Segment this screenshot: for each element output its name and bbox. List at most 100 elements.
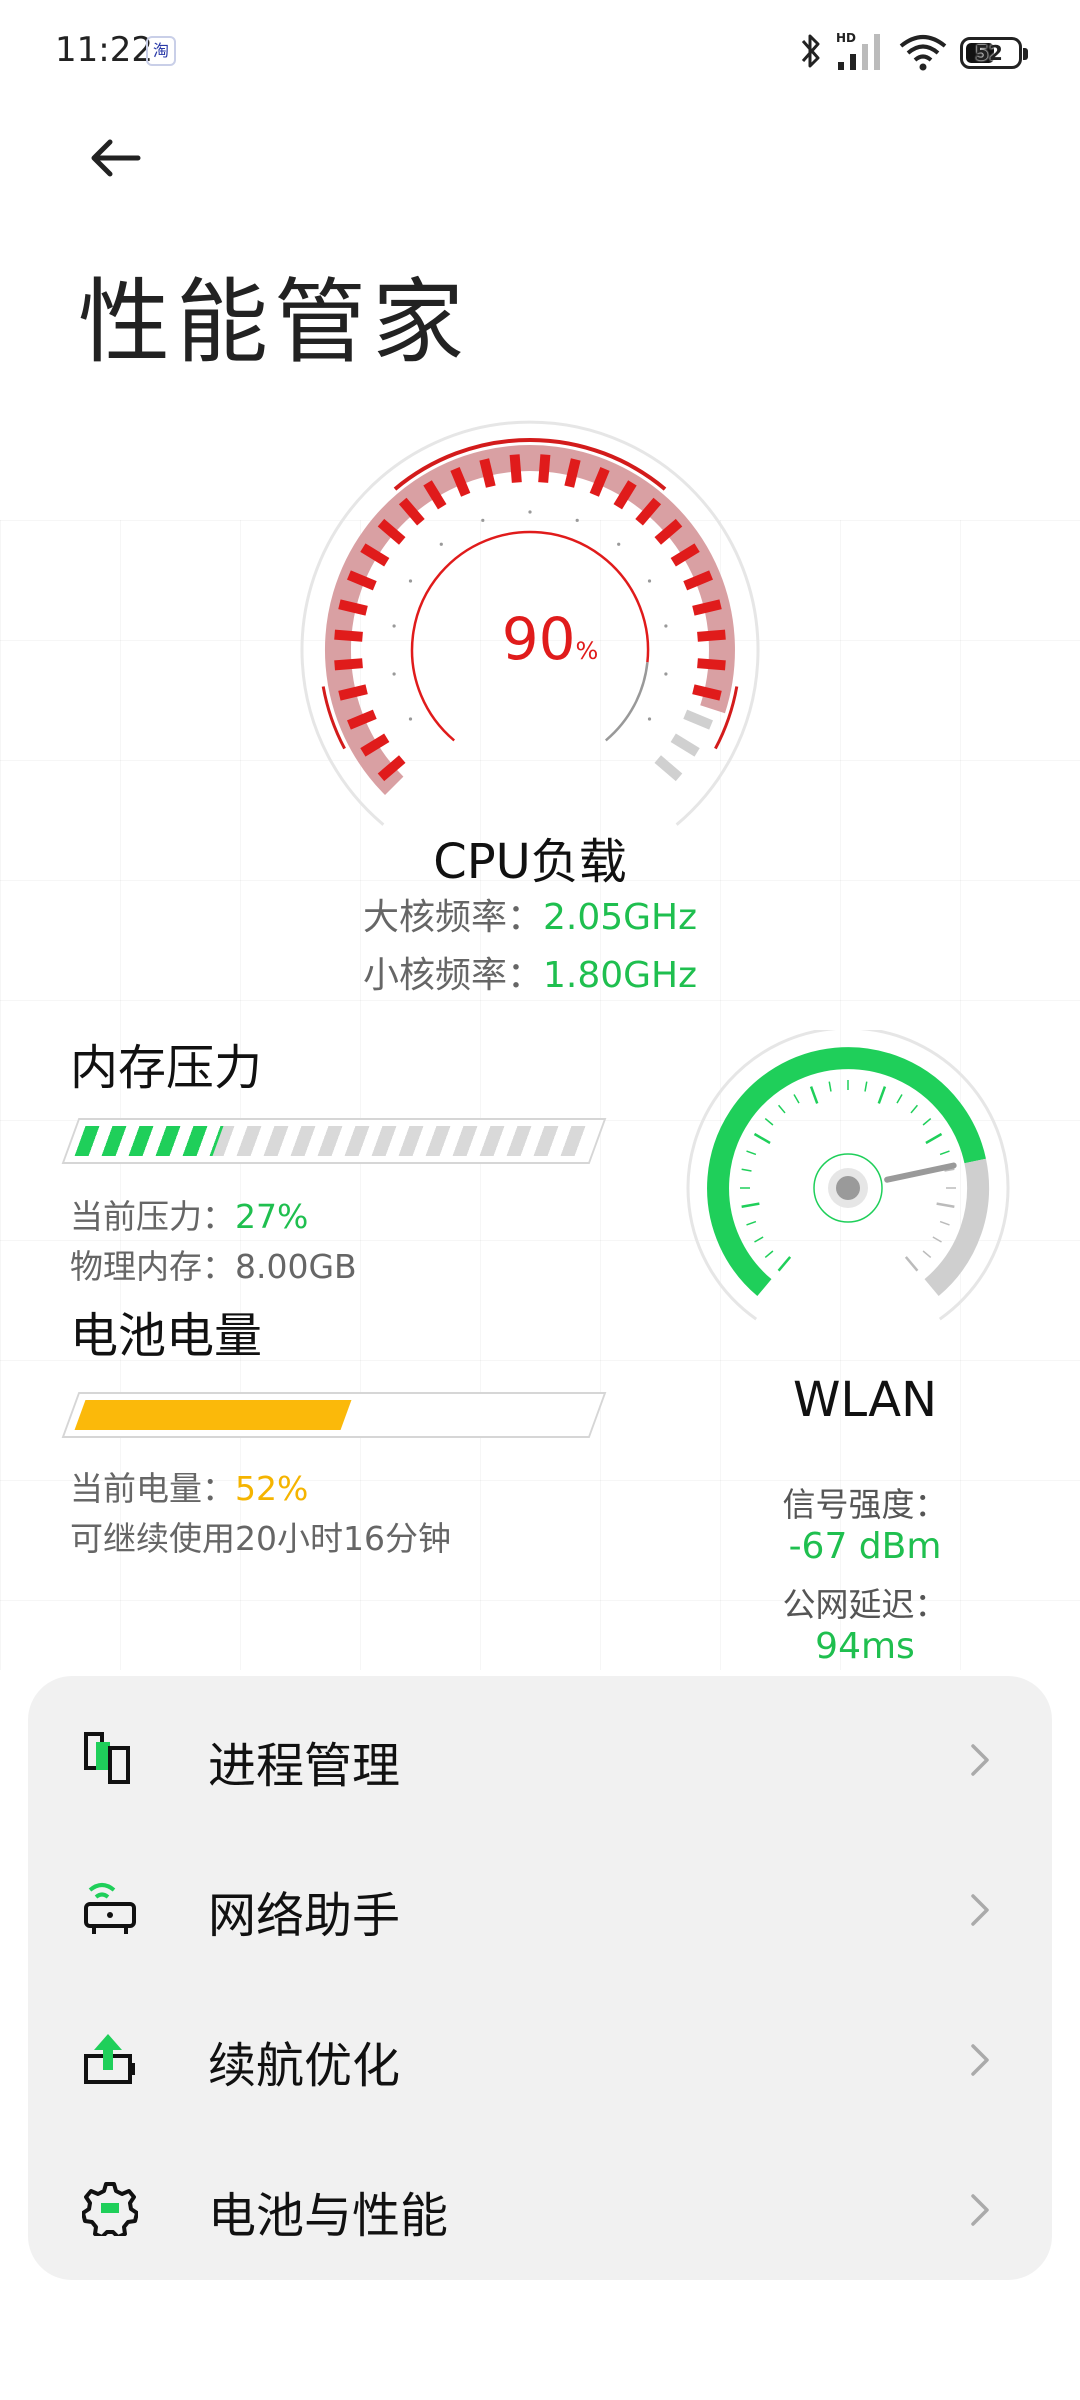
memory-pressure-info: 当前压力：27% xyxy=(70,1190,308,1238)
cpu-gauge-segment xyxy=(670,733,700,757)
router-icon xyxy=(84,1883,136,1934)
cpu-gauge-segment xyxy=(338,599,368,616)
big-core-frequency: 大核频率：2.05GHz xyxy=(300,888,760,940)
wlan-gauge-tick xyxy=(896,1094,903,1104)
menu-item-label: 电池与性能 xyxy=(208,2188,449,2244)
wlan-gauge xyxy=(686,1030,1010,1321)
wlan-latency-value: 94ms xyxy=(815,1626,915,1667)
wlan-gauge-tick xyxy=(778,1104,786,1114)
battery-level-text: 52 xyxy=(975,41,1003,65)
cpu-gauge-dot xyxy=(664,672,668,676)
battery-level-fill xyxy=(74,1400,352,1430)
physical-memory-info: 物理内存：8.00GB xyxy=(70,1240,357,1288)
wlan-gauge-tick xyxy=(746,1220,757,1226)
cpu-gauge-segment xyxy=(479,458,496,488)
arrow-left-icon[interactable] xyxy=(84,130,148,194)
cpu-gauge-segment xyxy=(509,454,522,483)
cpu-gauge-dot xyxy=(408,579,413,583)
wlan-gauge-tick xyxy=(809,1086,819,1104)
wlan-gauge-tick xyxy=(741,1202,760,1208)
cpu-gauge-segment xyxy=(564,458,581,488)
physical-memory-value: 8.00GB xyxy=(235,1247,357,1286)
big-core-label: 大核频率： xyxy=(362,897,543,938)
wlan-gauge-tick xyxy=(828,1081,832,1092)
cpu-gauge-dot xyxy=(481,518,485,522)
battery-upload-icon xyxy=(84,2034,135,2084)
svg-text:HD: HD xyxy=(836,31,856,45)
memory-pressure-bar xyxy=(61,1118,607,1164)
cpu-gauge-segment xyxy=(334,658,363,671)
wlan-latency-label: 公网延迟： xyxy=(782,1585,948,1624)
wlan-gauge-tick xyxy=(925,1132,943,1145)
hd-signal-icon: HD xyxy=(836,31,880,70)
wlan-gauge-tick xyxy=(922,1118,932,1126)
wlan-gauge-tick xyxy=(754,1236,764,1243)
cpu-load-number: 90 xyxy=(501,605,576,673)
battery-remaining-time: 可继续使用20小时16分钟 xyxy=(70,1519,451,1558)
cpu-gauge-segment xyxy=(334,629,363,642)
big-core-value: 2.05GHz xyxy=(542,897,698,938)
battery-level-title: 电池电量 xyxy=(70,1308,263,1364)
menu-item-endurance-optimization[interactable]: 续航优化 xyxy=(28,1980,1052,2130)
cpu-gauge-dot xyxy=(664,624,668,628)
battery-current-value: 52% xyxy=(235,1469,309,1508)
wlan-gauge-tick xyxy=(741,1168,752,1172)
physical-memory-label: 物理内存： xyxy=(70,1247,235,1286)
gear-icon xyxy=(82,2182,138,2236)
cpu-load-label: CPU负载 xyxy=(433,834,627,890)
cpu-gauge-dot xyxy=(408,717,413,721)
battery-current-info: 当前电量：52% xyxy=(70,1462,308,1510)
chevron-right-icon xyxy=(971,2044,989,2076)
process-manage-icon xyxy=(84,1732,130,1784)
taobao-icon: 淘 xyxy=(146,36,176,66)
wlan-gauge-tick xyxy=(922,1250,932,1258)
cpu-gauge-dot xyxy=(439,542,443,546)
cpu-gauge-segment xyxy=(692,599,722,616)
cpu-gauge-dot xyxy=(392,624,396,628)
cpu-gauge-segment xyxy=(538,454,551,483)
cpu-gauge-dot xyxy=(647,579,652,583)
menu-item-label: 网络助手 xyxy=(208,1888,401,1944)
battery-level-bar xyxy=(61,1392,607,1438)
cpu-gauge-dot xyxy=(575,518,579,522)
menu-item-label: 进程管理 xyxy=(208,1738,401,1794)
cpu-gauge-inner-arc-rest xyxy=(604,662,649,742)
chevron-right-icon xyxy=(971,1894,989,1926)
wlan-gauge-tick xyxy=(932,1236,942,1243)
menu-item-label: 续航优化 xyxy=(208,2038,401,2094)
cpu-load-value: 90% xyxy=(490,605,610,673)
wlan-gauge-tick xyxy=(939,1150,950,1156)
cpu-gauge-segment xyxy=(654,755,683,782)
wlan-gauge-tick xyxy=(877,1086,887,1104)
memory-pressure-value: 27% xyxy=(235,1197,309,1236)
wlan-signal-value: -67 dBm xyxy=(788,1526,942,1567)
small-core-frequency: 小核频率：1.80GHz xyxy=(300,946,760,998)
cpu-gauge-dot xyxy=(617,542,621,546)
wlan-gauge-tick xyxy=(904,1256,919,1272)
cpu-gauge-segment xyxy=(697,629,726,642)
small-core-label: 小核频率： xyxy=(362,955,543,996)
status-time: 11:22 xyxy=(55,30,153,70)
status-bar: 11:22 淘 HD 52 xyxy=(0,0,1080,100)
menu-item-process-manage[interactable]: 进程管理 xyxy=(28,1680,1052,1830)
wlan-gauge-tick xyxy=(764,1250,774,1258)
wlan-gauge-tick xyxy=(864,1081,868,1092)
wlan-gauge-hub xyxy=(836,1176,860,1200)
cpu-load-unit: % xyxy=(575,637,599,665)
wlan-signal-label: 信号强度： xyxy=(782,1485,948,1524)
wifi-icon xyxy=(899,35,947,71)
wlan-gauge-tick xyxy=(764,1118,774,1126)
menu-item-network-assistant[interactable]: 网络助手 xyxy=(28,1830,1052,1980)
wlan-gauge-tick xyxy=(777,1256,792,1272)
memory-pressure-label: 当前压力： xyxy=(70,1197,235,1236)
wlan-label: WLAN xyxy=(792,1372,938,1428)
cpu-gauge-dot xyxy=(528,510,532,514)
cpu-gauge-segment xyxy=(683,709,713,730)
cpu-gauge-segment xyxy=(697,658,726,671)
menu-item-battery-performance[interactable]: 电池与性能 xyxy=(28,2130,1052,2280)
memory-pressure-title: 内存压力 xyxy=(70,1040,263,1096)
wlan-gauge-tick xyxy=(910,1104,918,1114)
wlan-gauge-tick xyxy=(936,1202,955,1208)
battery-current-label: 当前电量： xyxy=(70,1469,235,1508)
wlan-gauge-needle xyxy=(884,1162,957,1183)
